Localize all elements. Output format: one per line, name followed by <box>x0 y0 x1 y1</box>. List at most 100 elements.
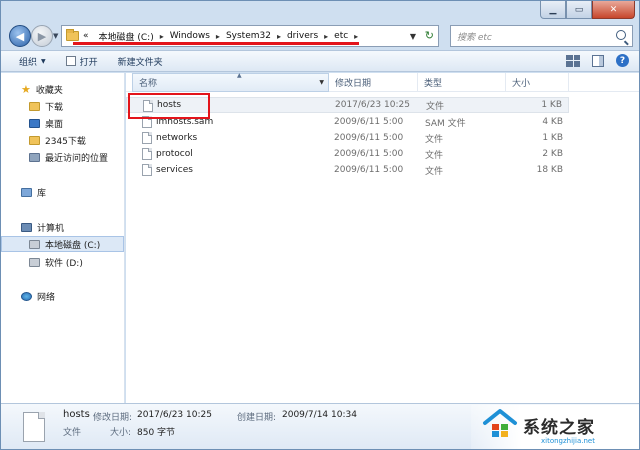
address-dropdown-icon[interactable]: ▼ <box>410 32 416 41</box>
help-icon[interactable]: ? <box>616 54 629 67</box>
nav-item-drive-c[interactable]: 本地磁盘 (C:) <box>1 236 124 252</box>
details-modified-value: 2017/6/23 10:25 <box>137 410 212 420</box>
column-header-name[interactable]: 名称 ▲ ▼ <box>132 72 329 92</box>
nav-item-network[interactable]: 网络 <box>1 288 55 304</box>
column-label: 类型 <box>424 79 443 89</box>
breadcrumb-separator[interactable]: ▸ <box>324 32 328 41</box>
file-icon <box>142 132 152 144</box>
column-label: 名称 <box>139 79 158 89</box>
details-size-value: 850 字节 <box>137 428 176 438</box>
file-icon <box>23 412 45 442</box>
file-size: 4 KB <box>542 117 563 127</box>
breadcrumb-separator[interactable]: ▸ <box>160 32 164 41</box>
file-name: networks <box>156 133 198 143</box>
file-date: 2009/6/11 5:00 <box>334 165 404 175</box>
chevron-down-icon: ▼ <box>41 57 46 65</box>
nav-item-recent-places[interactable]: 最近访问的位置 <box>1 149 108 165</box>
nav-item-downloads[interactable]: 下载 <box>1 98 63 114</box>
nav-label: 计算机 <box>37 223 65 234</box>
nav-label: 库 <box>37 188 47 199</box>
file-size: 1 KB <box>542 133 563 143</box>
file-size: 2 KB <box>542 149 563 159</box>
explorer-window: ▁ ▭ ✕ ◀ ▶ ▼ « 本地磁盘 (C:) ▸ Windows ▸ Syst… <box>0 0 640 450</box>
breadcrumb-separator[interactable]: ▸ <box>216 32 220 41</box>
file-date: 2009/6/11 5:00 <box>334 117 404 127</box>
file-icon <box>142 148 152 160</box>
preview-pane-icon[interactable] <box>592 54 604 67</box>
nav-item-drive-d[interactable]: 软件 (D:) <box>1 254 83 270</box>
folder-icon <box>66 29 79 41</box>
open-button[interactable]: 打开 <box>65 55 98 68</box>
column-header-date[interactable]: 修改日期 <box>329 73 418 92</box>
file-size: 1 KB <box>541 100 562 110</box>
new-folder-button[interactable]: 新建文件夹 <box>118 55 163 68</box>
file-type: 文件 <box>425 134 444 145</box>
recent-pages-chevron-icon[interactable]: ▼ <box>53 32 58 40</box>
folder-icon <box>29 135 40 145</box>
breadcrumb-item-windows[interactable]: Windows <box>170 31 210 41</box>
breadcrumb-separator[interactable]: ▸ <box>277 32 281 41</box>
file-size: 18 KB <box>536 165 563 175</box>
file-type: 文件 <box>426 101 445 112</box>
breadcrumb-item-drivers[interactable]: drivers <box>287 31 318 41</box>
search-placeholder: 搜索 etc <box>457 32 492 43</box>
network-icon <box>21 291 32 301</box>
change-view-icon[interactable] <box>566 54 580 67</box>
chevron-down-icon[interactable]: ▼ <box>319 79 324 86</box>
column-header-size[interactable]: 大小 <box>506 73 569 92</box>
breadcrumb-item-drive-c[interactable]: 本地磁盘 (C:) <box>99 30 154 43</box>
open-label: 打开 <box>79 57 98 68</box>
nav-item-libraries[interactable]: 库 <box>1 184 46 200</box>
breadcrumb: « 本地磁盘 (C:) ▸ Windows ▸ System32 ▸ drive… <box>83 30 364 43</box>
file-name: services <box>156 165 193 175</box>
nav-label: 桌面 <box>45 119 64 130</box>
search-icon[interactable] <box>616 30 626 40</box>
minimize-button[interactable]: ▁ <box>540 1 566 19</box>
watermark-url: xitongzhijia.net <box>541 437 595 445</box>
column-label: 大小 <box>512 79 531 89</box>
watermark-text: 系统之家 <box>523 418 595 438</box>
forward-button[interactable]: ▶ <box>31 25 53 47</box>
search-input[interactable]: 搜索 etc <box>450 25 633 47</box>
desktop-icon <box>29 118 40 128</box>
table-row[interactable]: protocol 2009/6/11 5:00 文件 2 KB <box>126 146 569 162</box>
file-list: 名称 ▲ ▼ 修改日期 类型 大小 hosts 2017/6/23 10:25 … <box>126 72 639 403</box>
file-icon <box>65 56 76 66</box>
file-name: protocol <box>156 149 193 159</box>
details-file-type: 文件 <box>63 428 82 438</box>
nav-label: 最近访问的位置 <box>45 153 109 164</box>
maximize-button[interactable]: ▭ <box>566 1 592 19</box>
command-bar: 组织 ▼ 打开 新建文件夹 ? <box>1 50 639 72</box>
column-label: 修改日期 <box>335 79 372 89</box>
table-row[interactable]: services 2009/6/11 5:00 文件 18 KB <box>126 162 569 178</box>
file-date: 2009/6/11 5:00 <box>334 133 404 143</box>
nav-label: 网络 <box>37 292 56 303</box>
organize-button[interactable]: 组织 ▼ <box>19 55 46 68</box>
breadcrumb-separator[interactable]: ▸ <box>354 32 358 41</box>
breadcrumb-item-system32[interactable]: System32 <box>226 31 271 41</box>
refresh-icon[interactable]: ↻ <box>425 29 434 42</box>
folder-icon <box>29 101 40 111</box>
close-button[interactable]: ✕ <box>592 1 635 19</box>
nav-item-computer[interactable]: 计算机 <box>1 219 64 235</box>
new-folder-label: 新建文件夹 <box>117 57 163 68</box>
back-button[interactable]: ◀ <box>9 25 31 47</box>
nav-item-favorites[interactable]: ★ 收藏夹 <box>1 81 63 97</box>
details-modified-label: 修改日期: <box>93 413 133 423</box>
house-logo-icon <box>483 409 517 437</box>
file-date: 2017/6/23 10:25 <box>335 100 410 110</box>
table-row[interactable]: networks 2009/6/11 5:00 文件 1 KB <box>126 130 569 146</box>
watermark: 系统之家 xitongzhijia.net <box>471 405 639 449</box>
nav-label: 下载 <box>45 102 64 113</box>
nav-label: 本地磁盘 (C:) <box>45 240 101 251</box>
column-header-type[interactable]: 类型 <box>418 73 506 92</box>
toolbar-right: ? <box>566 54 629 67</box>
breadcrumb-item-etc[interactable]: etc <box>334 31 348 41</box>
highlight-underline <box>73 42 359 45</box>
breadcrumb-overflow[interactable]: « <box>83 31 89 41</box>
details-size-label: 大小: <box>110 428 132 438</box>
nav-item-desktop[interactable]: 桌面 <box>1 115 63 131</box>
nav-item-2345-downloads[interactable]: 2345下载 <box>1 132 86 148</box>
file-type: SAM 文件 <box>425 118 466 129</box>
nav-label: 软件 (D:) <box>45 258 83 269</box>
